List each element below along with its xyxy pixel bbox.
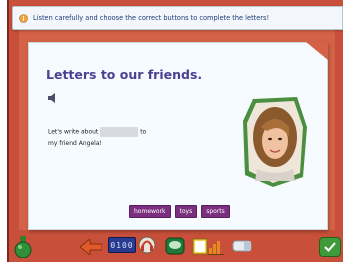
letter-card: Letters to our friends. Let's write abou… [28, 42, 328, 230]
back-arrow-icon[interactable] [80, 239, 102, 255]
card-corner-fold [306, 42, 328, 60]
choice-toys-button[interactable]: toys [174, 205, 198, 218]
info-icon [19, 13, 28, 23]
sentence-line-1: Let's write about to [48, 127, 146, 137]
chart-icon[interactable] [208, 238, 224, 255]
chat-icon[interactable] [165, 237, 185, 255]
sentence-part-1: Let's write about [48, 128, 99, 136]
instruction-text: Listen carefully and choose the correct … [33, 14, 270, 22]
speaker-icon[interactable] [47, 93, 59, 103]
instruction-banner: Listen carefully and choose the correct … [12, 6, 343, 30]
sentence-part-2: to [140, 128, 147, 136]
choice-buttons: homework toys sports [129, 205, 230, 218]
check-button[interactable] [319, 237, 341, 257]
book-icon[interactable] [192, 238, 208, 255]
check-icon [324, 242, 336, 252]
potion-icon[interactable] [14, 236, 32, 258]
headphones-icon[interactable] [138, 236, 156, 254]
eraser-icon[interactable] [232, 239, 252, 253]
girl-portrait-image [243, 97, 307, 187]
card-title: Letters to our friends. [46, 67, 203, 82]
counter-display: 0100 [108, 237, 136, 253]
choice-sports-button[interactable]: sports [201, 205, 230, 218]
sentence-line-2: my friend Angela! [48, 140, 102, 147]
choice-homework-button[interactable]: homework [129, 205, 171, 218]
answer-blank[interactable] [100, 127, 139, 137]
